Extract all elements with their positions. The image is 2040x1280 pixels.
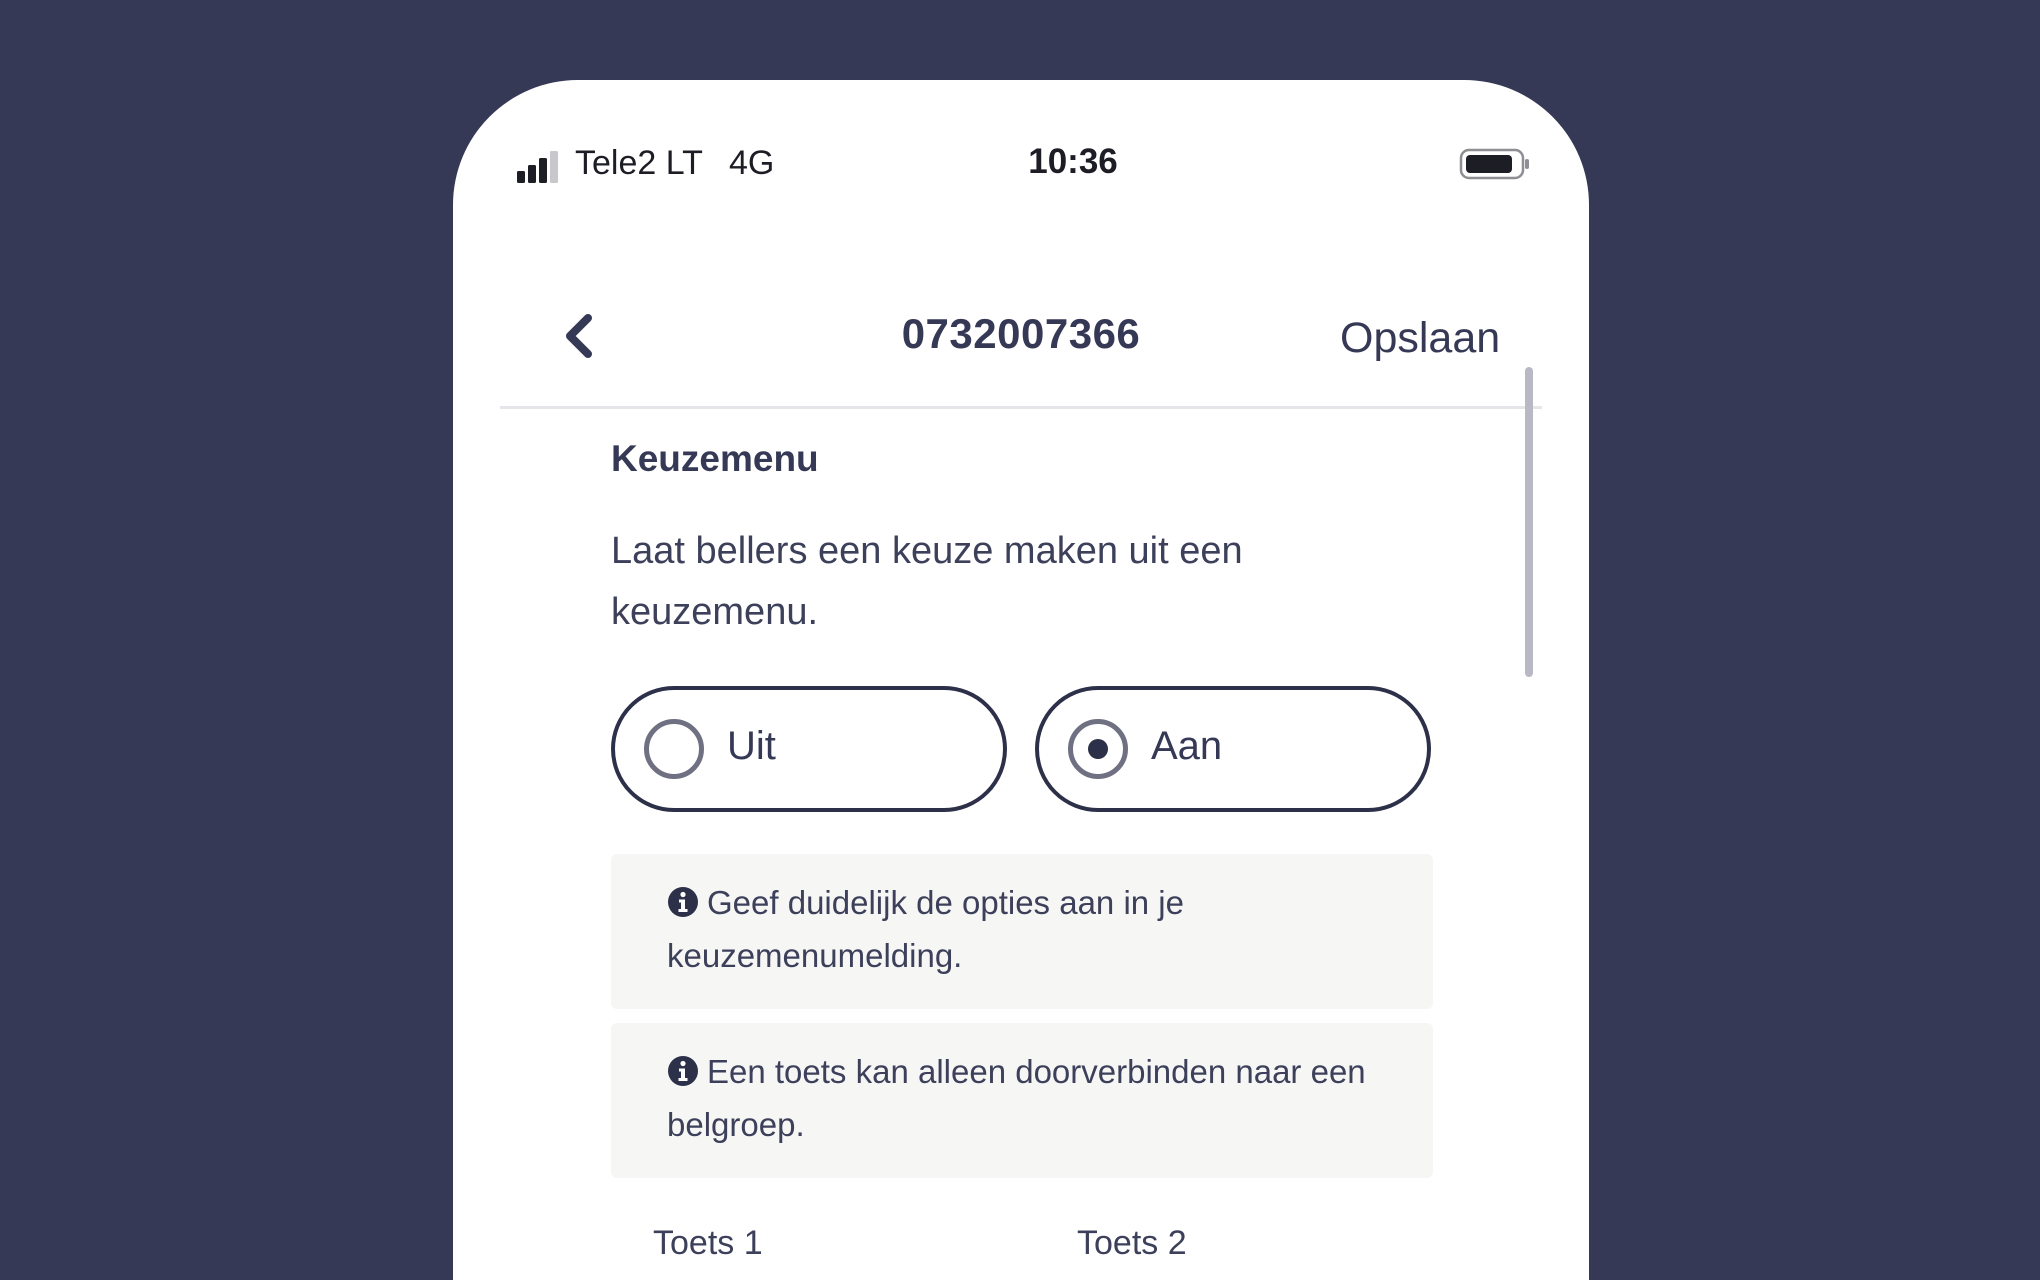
section-description: Laat bellers een keuze maken uit een keu… — [611, 530, 1243, 633]
info-icon — [668, 887, 698, 917]
radio-dot — [1088, 739, 1108, 759]
option-off-label: Uit — [727, 724, 776, 768]
key-2-label: Toets 2 — [1077, 1224, 1187, 1262]
save-button[interactable]: Opslaan — [1340, 314, 1535, 363]
carrier-name: Tele2 LT — [575, 144, 703, 182]
option-off-radio[interactable]: Uit — [611, 686, 1007, 812]
info-box: Een toets kan alleen doorverbinden naar … — [611, 1023, 1433, 1178]
page-title: 0732007366 — [901, 310, 1141, 357]
radio-checked-icon — [1068, 719, 1128, 779]
chevron-left-icon[interactable] — [560, 310, 600, 362]
info-text: Een toets kan alleen doorverbinden naar … — [667, 1053, 1366, 1143]
app-backdrop: Tele2 LT 4G 10:36 0732007366 Opslaan Keu… — [0, 0, 2040, 1280]
clock: 10:36 — [1028, 142, 1118, 181]
signal-icon — [517, 151, 558, 183]
key-1-label: Toets 1 — [653, 1224, 763, 1262]
info-box: Geef duidelijk de opties aan in je keuze… — [611, 854, 1433, 1009]
navigation-header: 0732007366 Opslaan — [500, 250, 1542, 409]
status-bar: Tele2 LT 4G 10:36 — [453, 80, 1589, 200]
info-icon — [668, 1056, 698, 1086]
phone-screen: Tele2 LT 4G 10:36 0732007366 Opslaan Keu… — [453, 80, 1589, 1280]
option-on-label: Aan — [1151, 724, 1223, 768]
network-type: 4G — [729, 144, 775, 182]
scroll-indicator[interactable] — [1525, 367, 1533, 677]
battery-icon — [1459, 148, 1529, 180]
info-text: Geef duidelijk de opties aan in je keuze… — [667, 884, 1184, 974]
radio-unchecked-icon — [644, 719, 704, 779]
section-title: Keuzemenu — [611, 438, 819, 479]
option-on-radio[interactable]: Aan — [1035, 686, 1431, 812]
